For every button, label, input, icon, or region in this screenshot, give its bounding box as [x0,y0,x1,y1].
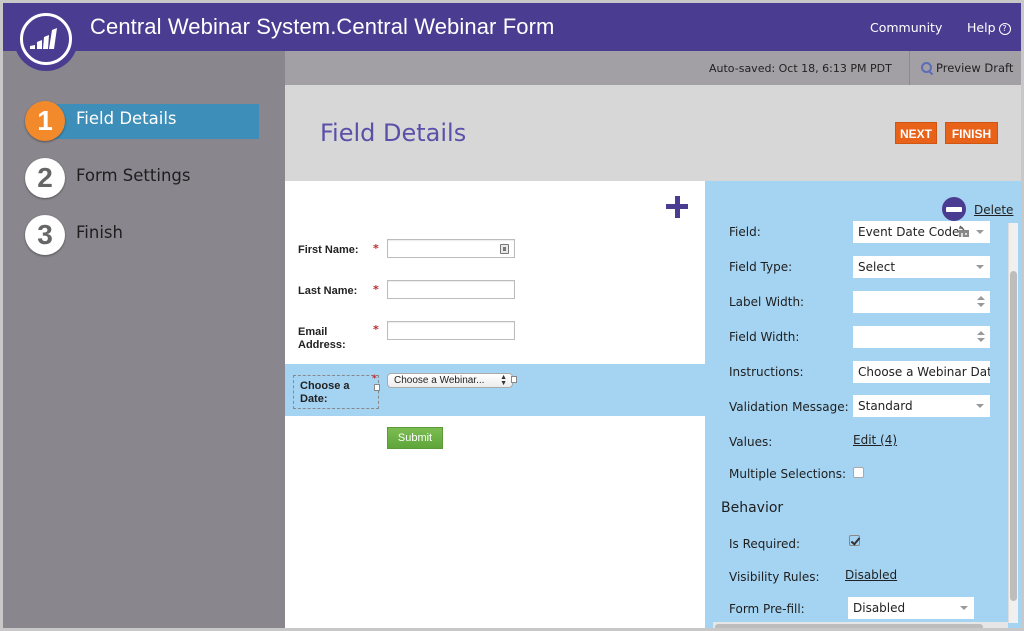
marketo-logo[interactable] [14,7,78,71]
required-asterisk: * [373,242,379,255]
choose-date-label-line1: Choose a [300,380,350,392]
stepper-arrows-icon[interactable] [977,295,985,309]
help-label: Help [967,20,996,35]
step-finish[interactable]: 3 Finish [25,215,265,255]
page-header: Field Details NEXT FINISH [285,85,1021,181]
form-prefill-value: Disabled [853,601,906,615]
email-label-line1: Email [298,326,328,338]
is-required-label: Is Required: [729,537,801,551]
wizard-sidebar: 1 Field Details 2 Form Settings 3 Finish [3,51,285,628]
step-number-badge: 3 [25,215,65,255]
contact-card-icon [500,244,509,254]
resize-handle[interactable] [511,376,517,383]
visibility-rules-link[interactable]: Disabled [845,568,897,582]
field-value: Event Date Code [858,225,960,239]
chevron-down-icon [976,404,984,408]
first-name-input[interactable] [387,239,515,258]
field-width-stepper[interactable] [853,326,990,348]
field-width-label: Field Width: [729,330,800,344]
field-label-editor[interactable]: Choose a Date: [293,375,379,409]
values-label: Values: [729,435,773,449]
multiple-selections-label: Multiple Selections: [729,467,847,481]
submit-button[interactable]: Submit [387,427,443,449]
delete-minus-icon [942,197,966,221]
preview-draft-label: Preview Draft [936,61,1014,75]
delete-link: Delete [974,203,1014,217]
form-prefill-select[interactable]: Disabled [848,597,974,619]
help-link[interactable]: Help? [967,20,1011,35]
last-name-input[interactable] [387,280,515,299]
app-title: Central Webinar System.Central Webinar F… [90,14,555,39]
horizontal-scrollbar[interactable] [715,624,983,628]
required-asterisk: * [373,323,379,336]
app-window: Central Webinar System.Central Webinar F… [3,3,1021,628]
step-form-settings[interactable]: 2 Form Settings [25,158,265,198]
field-database-icon [959,225,969,237]
stepper-arrows-icon[interactable] [977,330,985,344]
step-number-badge: 2 [25,158,65,198]
behavior-section-title: Behavior [721,500,784,516]
validation-message-select[interactable]: Standard [853,395,990,417]
field-type-select[interactable]: Select [853,256,990,278]
field-type-value: Select [858,260,896,274]
step-label: Finish [76,223,123,242]
autosave-status: Auto-saved: Oct 18, 6:13 PM PDT [709,62,892,75]
required-asterisk: * [372,374,377,384]
choose-webinar-select[interactable]: Choose a Webinar... ▲ ▼ [387,373,513,388]
validation-message-value: Standard [858,399,913,413]
step-label: Field Details [76,109,177,128]
step-number-badge: 1 [25,101,65,141]
add-field-icon[interactable] [666,196,688,218]
required-asterisk: * [373,283,379,296]
divider [909,51,910,85]
choose-date-label-line2: Date: [300,393,328,405]
step-field-details[interactable]: 1 Field Details [25,101,265,141]
edit-values-link[interactable]: Edit (4) [853,433,897,447]
first-name-label: First Name: [298,244,359,256]
top-bar: Central Webinar System.Central Webinar F… [3,3,1021,51]
chevron-down-icon [976,265,984,269]
form-canvas: First Name: * Last Name: * Email Address… [285,181,705,628]
field-properties-panel: Delete Field: Event Date Code Field Type… [705,181,1021,628]
selected-field-row[interactable]: Choose a Date: * Choose a Webinar... ▲ ▼ [285,364,705,416]
next-button[interactable]: NEXT [895,122,937,144]
chevron-down-icon [976,230,984,234]
help-icon: ? [998,23,1011,35]
chevron-down-icon [960,606,968,610]
select-arrows-icon: ▲ ▼ [500,374,507,387]
community-link[interactable]: Community [870,20,942,35]
last-name-label: Last Name: [298,285,358,297]
is-required-checkbox[interactable] [849,535,860,546]
field-label: Field: [729,225,761,239]
label-width-label: Label Width: [729,295,805,309]
finish-button[interactable]: FINISH [945,122,998,144]
label-width-stepper[interactable] [853,291,990,313]
select-value: Choose a Webinar... [394,375,485,386]
signal-bars-icon [30,28,57,49]
email-label-line2: Address: [298,339,346,351]
form-prefill-label: Form Pre-fill: [729,602,805,616]
visibility-rules-label: Visibility Rules: [729,570,820,584]
email-input[interactable] [387,321,515,340]
page-title: Field Details [320,119,467,147]
field-type-label: Field Type: [729,260,793,274]
instructions-label: Instructions: [729,365,804,379]
magnifier-icon [921,62,933,74]
resize-handle[interactable] [374,384,380,391]
validation-message-label: Validation Message: [729,400,849,414]
preview-draft-button[interactable]: Preview Draft [921,61,1013,75]
vertical-scrollbar[interactable] [1010,271,1017,601]
multiple-selections-checkbox[interactable] [853,467,864,478]
instructions-input[interactable]: Choose a Webinar Date [853,361,990,383]
status-bar: Auto-saved: Oct 18, 6:13 PM PDT Preview … [285,51,1021,85]
step-label: Form Settings [76,166,191,185]
field-select[interactable]: Event Date Code [853,221,990,243]
